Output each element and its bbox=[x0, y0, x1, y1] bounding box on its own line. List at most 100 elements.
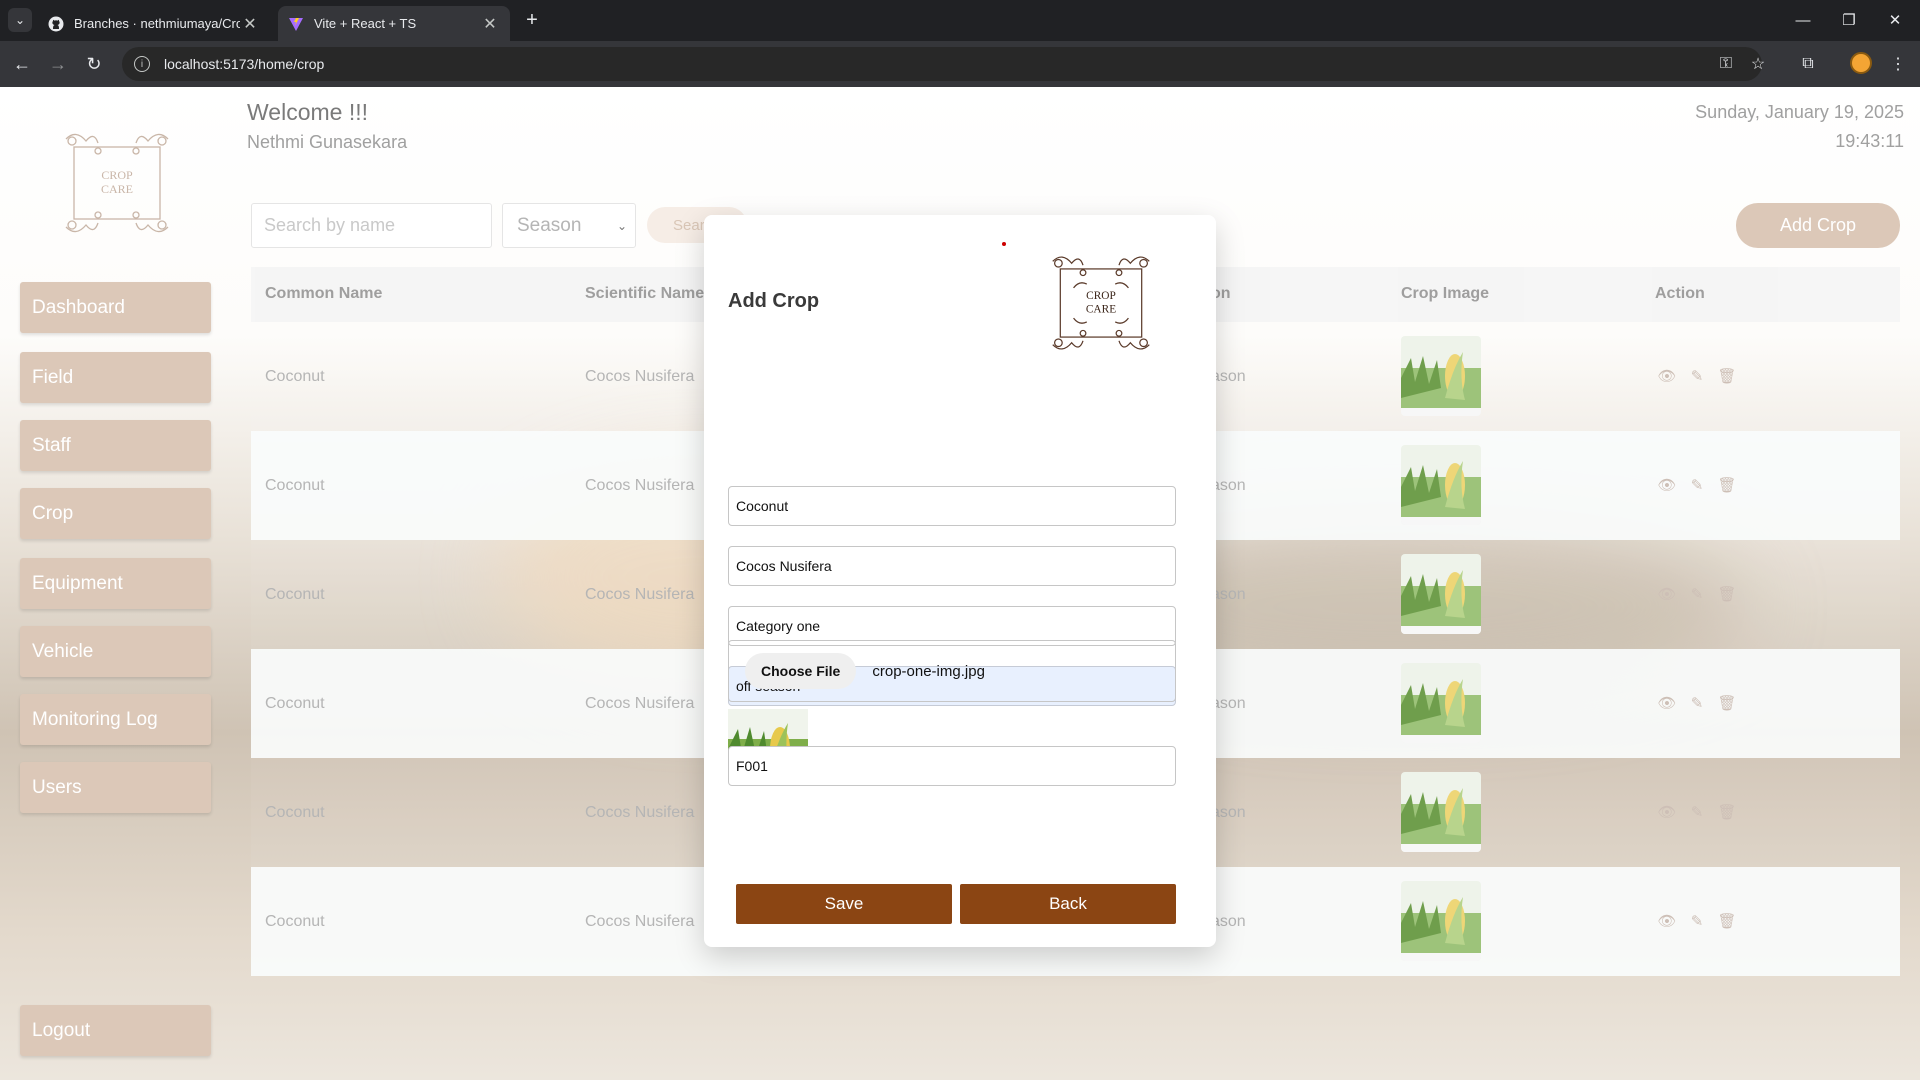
welcome-heading: Welcome !!! bbox=[247, 99, 368, 125]
browser-tab-vite[interactable]: Vite + React + TS ✕ bbox=[278, 6, 510, 41]
choose-file-button[interactable]: Choose File bbox=[745, 653, 857, 689]
edit-pencil-icon[interactable]: ✎ bbox=[1687, 584, 1707, 604]
window-close-button[interactable]: ✕ bbox=[1872, 6, 1918, 34]
sidebar-item-monitoring-log[interactable]: Monitoring Log bbox=[20, 694, 211, 745]
close-icon[interactable]: ✕ bbox=[480, 14, 500, 34]
logo-text-line1: CROP bbox=[1086, 290, 1116, 302]
view-eye-icon[interactable]: 👁 bbox=[1657, 693, 1677, 713]
bookmark-star-icon[interactable]: ☆ bbox=[1746, 52, 1770, 76]
sidebar-item-equipment[interactable]: Equipment bbox=[20, 558, 211, 609]
common-name-field[interactable]: Coconut bbox=[728, 486, 1176, 526]
tab-search-button[interactable]: ⌄ bbox=[8, 8, 32, 32]
sidebar: CROP CARE Dashboard Field Staff Crop Equ… bbox=[0, 87, 230, 1080]
cell-scientific-name: Cocos Nusifera bbox=[585, 477, 695, 494]
column-header-action: Action bbox=[1655, 285, 1705, 302]
delete-trash-icon[interactable]: 🗑 bbox=[1717, 911, 1737, 931]
search-input[interactable]: Search by name bbox=[251, 203, 492, 248]
user-name: Nethmi Gunasekara bbox=[247, 132, 408, 152]
column-header-crop-image: Crop Image bbox=[1401, 285, 1490, 302]
cell-scientific-name: Cocos Nusifera bbox=[585, 586, 695, 603]
back-arrow-icon[interactable]: ← bbox=[8, 50, 36, 78]
delete-trash-icon[interactable]: 🗑 bbox=[1717, 802, 1737, 822]
edit-pencil-icon[interactable]: ✎ bbox=[1687, 693, 1707, 713]
cell-crop-image bbox=[1401, 881, 1481, 961]
edit-pencil-icon[interactable]: ✎ bbox=[1687, 911, 1707, 931]
browser-tab-github[interactable]: Branches · nethmiumaya/CropC ✕ bbox=[38, 6, 270, 41]
view-eye-icon[interactable]: 👁 bbox=[1657, 366, 1677, 386]
sidebar-item-staff[interactable]: Staff bbox=[20, 420, 211, 471]
menu-dots-icon[interactable]: ⋮ bbox=[1886, 52, 1910, 76]
add-crop-modal: Add Crop CROP CARE Coconut Cocos Nusifer… bbox=[704, 215, 1216, 947]
scientific-name-field[interactable]: Cocos Nusifera bbox=[728, 546, 1176, 586]
sidebar-item-users[interactable]: Users bbox=[20, 762, 211, 813]
selected-file-name: crop-one-img.jpg bbox=[872, 662, 985, 680]
cell-scientific-name: Cocos Nusifera bbox=[585, 804, 695, 821]
profile-avatar[interactable] bbox=[1850, 52, 1872, 74]
cell-scientific-name: Cocos Nusifera bbox=[585, 368, 695, 385]
sidebar-item-dashboard[interactable]: Dashboard bbox=[20, 282, 211, 333]
extensions-icon[interactable]: ⧉ bbox=[1796, 52, 1820, 76]
column-header-scientific-name: Scientific Name bbox=[585, 285, 705, 302]
crop-care-logo: CROP CARE bbox=[1044, 250, 1158, 356]
cell-crop-image bbox=[1401, 663, 1481, 743]
password-key-icon[interactable]: ⚿ bbox=[1714, 52, 1738, 76]
cell-crop-image bbox=[1401, 445, 1481, 525]
delete-trash-icon[interactable]: 🗑 bbox=[1717, 584, 1737, 604]
tab-title: Branches · nethmiumaya/CropC bbox=[74, 16, 240, 31]
cell-crop-image bbox=[1401, 772, 1481, 852]
column-header-common-name: Common Name bbox=[265, 285, 383, 302]
url-text: localhost:5173/home/crop bbox=[164, 56, 325, 72]
save-button[interactable]: Save bbox=[736, 884, 952, 924]
view-eye-icon[interactable]: 👁 bbox=[1657, 802, 1677, 822]
logo-text-line2: CARE bbox=[1086, 303, 1116, 315]
logo-text-line2: CARE bbox=[101, 182, 133, 196]
tab-title: Vite + React + TS bbox=[314, 16, 417, 31]
view-eye-icon[interactable]: 👁 bbox=[1657, 475, 1677, 495]
restore-button[interactable]: ❐ bbox=[1826, 6, 1872, 34]
delete-trash-icon[interactable]: 🗑 bbox=[1717, 693, 1737, 713]
cell-common-name: Coconut bbox=[265, 695, 325, 712]
cell-scientific-name: Cocos Nusifera bbox=[585, 695, 695, 712]
sidebar-item-crop[interactable]: Crop bbox=[20, 488, 211, 539]
view-eye-icon[interactable]: 👁 bbox=[1657, 911, 1677, 931]
reload-icon[interactable]: ↻ bbox=[80, 50, 108, 78]
cell-scientific-name: Cocos Nusifera bbox=[585, 913, 695, 930]
edit-pencil-icon[interactable]: ✎ bbox=[1687, 475, 1707, 495]
crop-image-file-input[interactable]: Choose File crop-one-img.jpg bbox=[728, 640, 1176, 702]
delete-trash-icon[interactable]: 🗑 bbox=[1717, 366, 1737, 386]
close-icon[interactable]: ✕ bbox=[240, 14, 260, 34]
site-info-icon[interactable]: i bbox=[134, 56, 150, 72]
logo-text-line1: CROP bbox=[101, 168, 133, 182]
red-dot bbox=[1002, 242, 1006, 246]
browser-toolbar: ← → ↻ i localhost:5173/home/crop ⚿ ☆ ⧉ ⋮ bbox=[0, 41, 1920, 87]
modal-title: Add Crop bbox=[728, 290, 820, 312]
address-bar[interactable]: i localhost:5173/home/crop bbox=[122, 47, 1762, 81]
forward-arrow-icon[interactable]: → bbox=[44, 50, 72, 78]
cell-season: ason bbox=[1211, 368, 1246, 385]
back-button[interactable]: Back bbox=[960, 884, 1176, 924]
github-icon bbox=[48, 16, 64, 32]
chevron-down-icon: ⌄ bbox=[616, 218, 627, 233]
current-date: Sunday, January 19, 2025 bbox=[1695, 102, 1904, 122]
current-time: 19:43:11 bbox=[1835, 131, 1904, 151]
sidebar-item-vehicle[interactable]: Vehicle bbox=[20, 626, 211, 677]
cell-common-name: Coconut bbox=[265, 368, 325, 385]
cell-common-name: Coconut bbox=[265, 913, 325, 930]
cell-common-name: Coconut bbox=[265, 477, 325, 494]
delete-trash-icon[interactable]: 🗑 bbox=[1717, 475, 1737, 495]
logout-button[interactable]: Logout bbox=[20, 1005, 211, 1056]
field-code-field[interactable]: F001 bbox=[728, 746, 1176, 786]
cell-common-name: Coconut bbox=[265, 586, 325, 603]
edit-pencil-icon[interactable]: ✎ bbox=[1687, 366, 1707, 386]
view-eye-icon[interactable]: 👁 bbox=[1657, 584, 1677, 604]
sidebar-item-field[interactable]: Field bbox=[20, 352, 211, 403]
season-select[interactable]: Season ⌄ bbox=[502, 203, 636, 248]
minimize-button[interactable]: — bbox=[1780, 6, 1826, 34]
app-page: CROP CARE Dashboard Field Staff Crop Equ… bbox=[0, 87, 1920, 1080]
browser-tab-bar: ⌄ Branches · nethmiumaya/CropC ✕ Vite + … bbox=[0, 0, 1920, 41]
cell-common-name: Coconut bbox=[265, 804, 325, 821]
add-crop-button[interactable]: Add Crop bbox=[1736, 203, 1900, 248]
cell-season: ason bbox=[1211, 477, 1246, 494]
new-tab-button[interactable]: + bbox=[520, 8, 544, 32]
edit-pencil-icon[interactable]: ✎ bbox=[1687, 802, 1707, 822]
